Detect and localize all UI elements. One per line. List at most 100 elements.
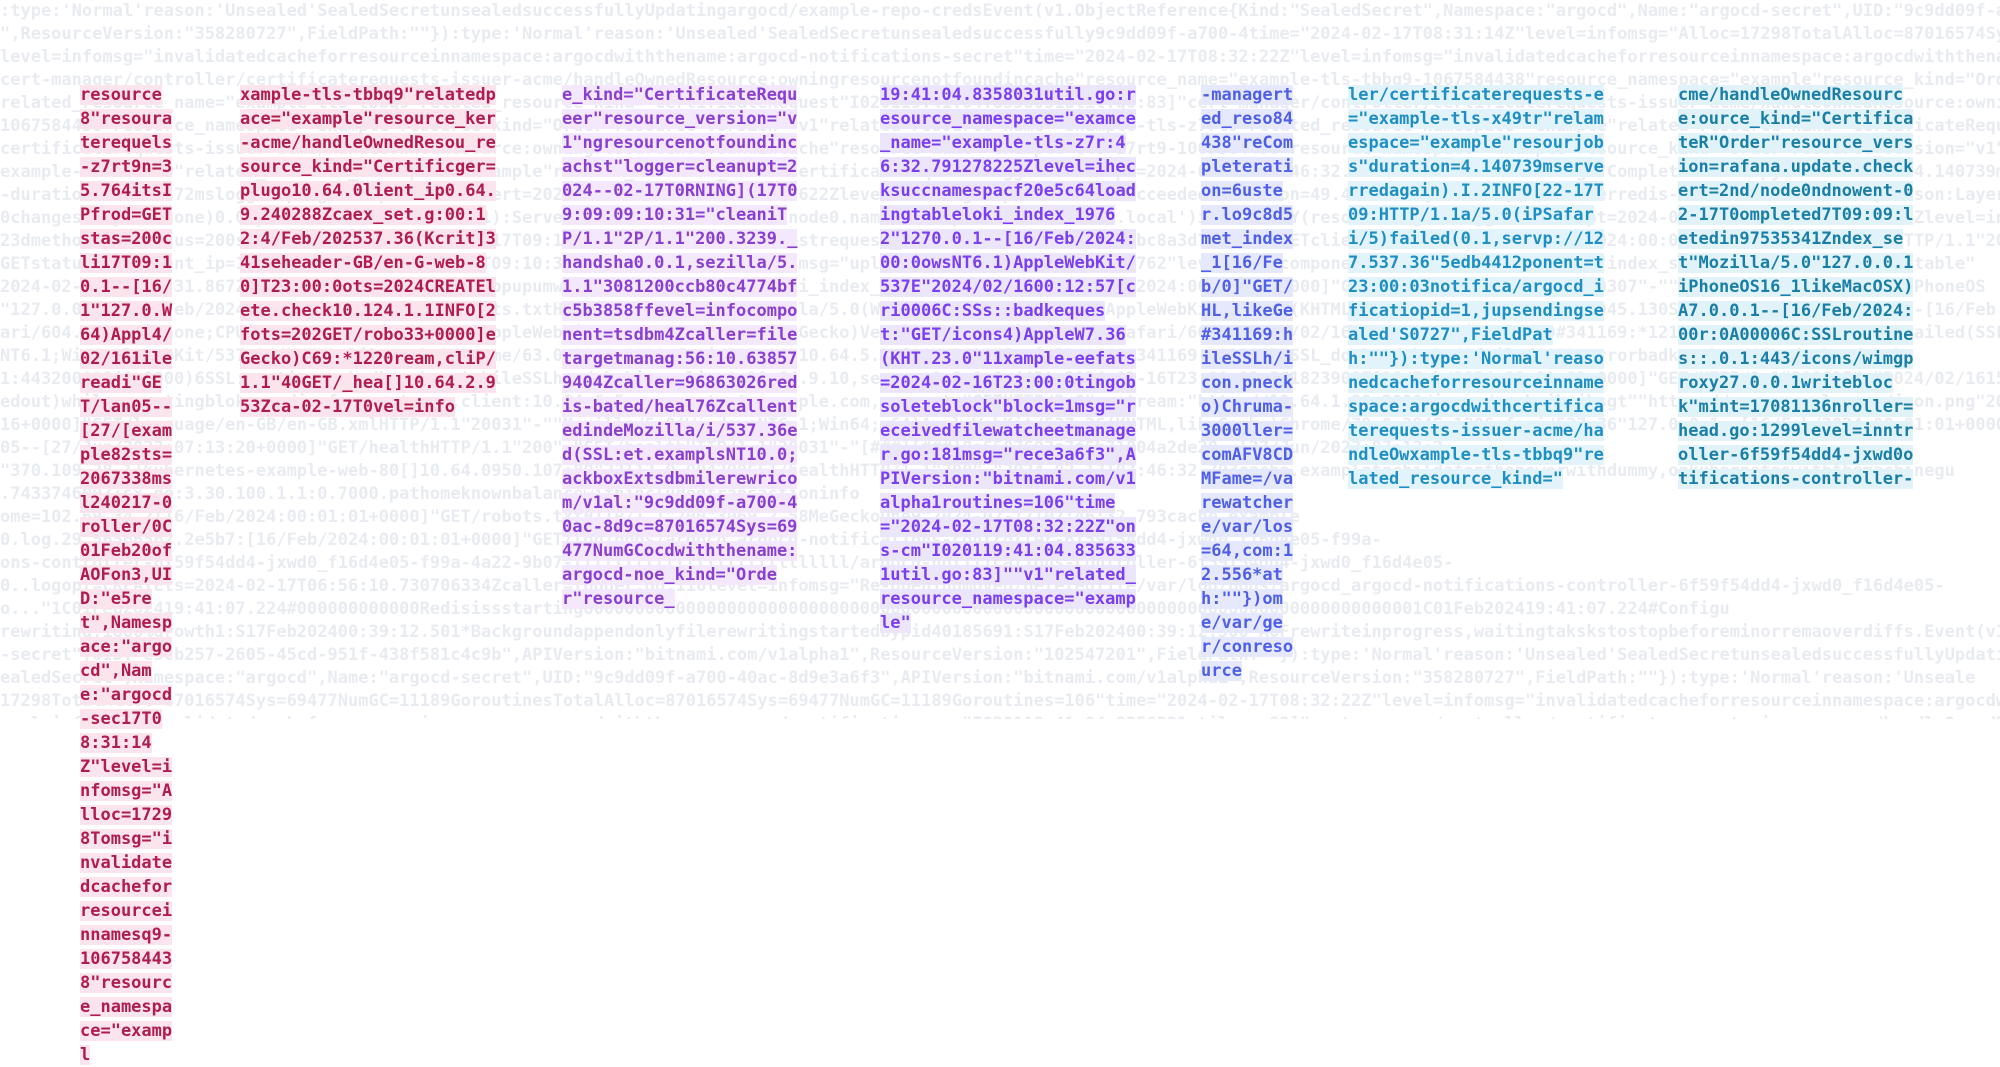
log-segment: 0.0.1,se: [633, 253, 716, 273]
log-segment: .1--[16/: [90, 277, 173, 297]
log-segment: 537.36"5: [1368, 253, 1451, 273]
background-log-line: :type:'Normal'reason:'Unsealed'SealedSec…: [0, 1, 2000, 21]
log-segment: 19:41:04.8358031util.go:: [880, 85, 1126, 105]
log-segment: 17T08:31:14Z"level=infomsg="Alloc=17298T: [80, 709, 173, 849]
log-segment: ackboxEx: [562, 469, 644, 489]
log-segment: 1"127.0.: [80, 301, 162, 321]
log-segment: GET/robo: [321, 325, 404, 345]
log-segment: ots=2024: [342, 277, 425, 297]
log-segment: 23:00:03: [1348, 277, 1430, 297]
log-segment: namespac: [931, 181, 1014, 201]
log-segment: .1INFO[2: [414, 301, 496, 321]
log-segment: seheader: [260, 253, 343, 273]
log-segment: q9-1067584438"resource_namespace="exampl: [80, 925, 173, 1065]
log-segment: 8"resour: [80, 109, 162, 129]
log-segment: 0006C:SS: [900, 301, 983, 321]
log-segment: -02-17T0: [291, 397, 374, 417]
log-segment: Mozilla/: [623, 421, 706, 441]
log-segment: 7T09:09:: [1821, 205, 1904, 225]
log-segment: 76Zcalle: [695, 397, 777, 417]
log-segment: edb4412: [1450, 253, 1523, 273]
log-segment: xample-tls-tbbq9"related: [240, 85, 486, 105]
log-segment: o10.64.0: [280, 181, 363, 201]
log-segment: s::badke: [982, 301, 1065, 321]
log-segment: e/var/lo: [1201, 517, 1283, 537]
log-segment: L,likeGe: [1211, 301, 1294, 321]
log-segment: f20e5c64: [1013, 181, 1095, 201]
log-segment: pid=1,ju: [1419, 301, 1502, 321]
log-segment: ="cleani: [695, 205, 777, 225]
log-segment: GET/_hea: [301, 373, 384, 393]
log-segment: 0.3239.: [715, 229, 788, 249]
log-segment: .2INFO[2: [1470, 181, 1553, 201]
log-segment: T23:00:0: [260, 277, 343, 297]
log-segment: 10.124.1: [332, 301, 415, 321]
log-segment: 33+0000]: [403, 325, 486, 345]
log-segment: /argocd_: [1511, 277, 1594, 297]
log-segment: 7535341Z: [1749, 229, 1832, 249]
log-segment: ret",Namespace:"argocd",Name:"argocd-sec: [80, 589, 173, 729]
log-segment: ream,cli: [393, 349, 476, 369]
log-segment: 1.1"3081: [562, 277, 644, 297]
log-segment: a/5.0(iP: [1460, 205, 1543, 225]
log-segment: zilla/5.: [715, 253, 798, 273]
log-segment: t.exampl: [633, 445, 716, 465]
log-segment: 69:*1220: [311, 349, 394, 369]
log-segment: -GB/en-G: [342, 253, 425, 273]
log-column-3: e_kind="CertificateRequeer"resource_vers…: [562, 83, 802, 611]
log-segment: 0.1,serv: [1460, 229, 1543, 249]
log-segment: ler/certificaterequests-: [1348, 85, 1594, 105]
log-column-1: resource8"resouraterequels-z7rt9n=35.764…: [80, 83, 180, 1067]
log-segment: te.check: [250, 301, 333, 321]
log-segment: psending: [1501, 301, 1584, 321]
log-segment: 240217-0: [90, 493, 173, 513]
log-segment: lient_ip: [362, 181, 445, 201]
background-log-line: ",ResourceVersion:"358280727",FieldPath:…: [0, 24, 2000, 44]
log-segment: 40288Zca: [270, 205, 353, 225]
log-segment: HTTP/1.1: [1378, 205, 1461, 225]
log-segment: /icons/w: [1790, 349, 1873, 369]
log-segment: -manager: [1201, 85, 1283, 105]
log-segment: resource: [80, 85, 162, 105]
log-segment: fots=202: [240, 325, 322, 345]
background-log-line: ealedSecret",Namespace:"argocd",Name:"ar…: [0, 668, 1976, 688]
log-segment: .23.0"11: [920, 349, 1003, 369]
log-segment: ET/icons: [920, 325, 1003, 345]
log-segment: i/537.36: [705, 421, 788, 441]
log-segment: 537.36(K: [352, 229, 435, 249]
log-segment: "Mozilla/5.0"127.0.0.1: [1688, 253, 1914, 273]
log-segment: /Feb/202: [270, 229, 353, 249]
log-column-4: 19:41:04.8358031util.go:resource_namespa…: [880, 83, 1140, 635]
log-segment: 4)AppleW: [1002, 325, 1085, 345]
log-segment: tsdbm: [643, 469, 696, 489]
log-segment: ted/heal: [613, 397, 696, 417]
background-log-line: -secret",UID:"e5cb257-2605-45cd-951f-438…: [0, 645, 2000, 665]
log-column-7: cme/handleOwnedResource:ource_kind="Cert…: [1678, 83, 1918, 491]
log-segment: ponent=t: [1522, 253, 1604, 273]
background-log-line: level=infomsg="invalidatedcacheforresour…: [0, 47, 2000, 67]
log-segment: ndnowent: [1811, 181, 1893, 201]
log-segment: )failed(: [1378, 229, 1461, 249]
log-segment: nd/node0: [1729, 181, 1812, 201]
log-column-5: -managerted_reso84438"reCompleteration=6…: [1201, 83, 1301, 683]
log-segment: ewatcher: [1211, 493, 1294, 513]
log-segment: 09:10:31: [613, 205, 696, 225]
log-segment: ompleted: [1739, 205, 1822, 225]
log-column-6: ler/certificaterequests-e="example-tls-x…: [1348, 83, 1608, 491]
log-segment: notifica: [1429, 277, 1512, 297]
log-segment: -02-17T0: [602, 181, 685, 201]
log-segment: 27.0.0.1: [1718, 373, 1801, 393]
log-segment: P/1.1"20: [633, 229, 716, 249]
background-log-line: 17298TotalAlloc=87016574Sys=69477NumGC=1…: [0, 691, 2000, 711]
log-segment: ex_set.g: [352, 205, 435, 225]
log-segment: xample-e: [1002, 349, 1085, 369]
log-segment: []10.64.: [383, 373, 466, 393]
log-column-2: xample-tls-tbbq9"relatedpace="example"re…: [240, 83, 500, 419]
background-log-line: evel=infomsg="invalidatedcacheforresourc…: [0, 713, 2000, 719]
log-segment: sNT10.0;: [715, 445, 798, 465]
log-segment: again).I: [1388, 181, 1471, 201]
log-segment: #341169:: [1201, 325, 1283, 345]
log-segment: vel=info: [373, 397, 455, 417]
log-segment: RNING](1: [684, 181, 767, 201]
log-segment: ilerewri: [695, 469, 777, 489]
